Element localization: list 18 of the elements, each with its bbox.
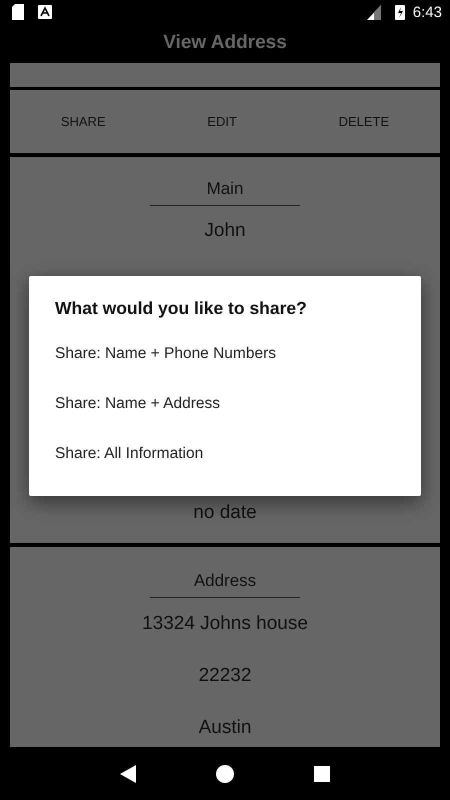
contact-name: John <box>204 220 246 242</box>
screen-title: View Address <box>163 32 287 54</box>
clock-time: 6:43 <box>412 4 442 20</box>
address-line: 22232 <box>198 664 252 688</box>
dialog-title: What would you like to share? <box>55 298 307 319</box>
back-icon[interactable] <box>120 765 136 783</box>
section-heading: Main <box>150 179 300 206</box>
share-option[interactable]: Share: Name + Address <box>55 385 220 423</box>
address-line: 13324 Johns house <box>142 612 308 636</box>
date-text: no date <box>193 501 257 525</box>
share-option[interactable]: Share: All Information <box>55 435 204 473</box>
section-heading: Address <box>150 571 300 598</box>
battery-charging-icon <box>394 4 405 20</box>
font-icon <box>38 5 52 19</box>
share-option[interactable]: Share: Name + Phone Numbers <box>55 335 276 373</box>
sd-card-icon <box>12 4 24 20</box>
home-icon[interactable] <box>216 765 234 783</box>
address-line: Austin <box>198 716 252 740</box>
